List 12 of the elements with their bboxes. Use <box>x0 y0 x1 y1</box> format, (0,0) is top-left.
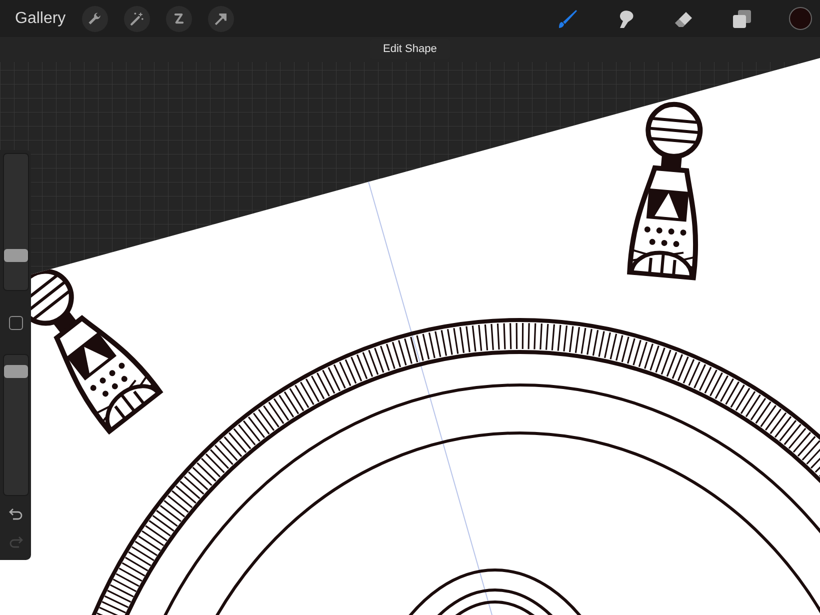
undo-icon[interactable] <box>8 508 22 520</box>
slider-thumb[interactable] <box>4 365 28 378</box>
opacity-slider[interactable] <box>2 354 28 496</box>
brush-size-slider[interactable] <box>2 153 28 291</box>
slider-thumb[interactable] <box>4 248 28 262</box>
square-button[interactable] <box>8 316 22 330</box>
arrow-button[interactable] <box>208 6 234 32</box>
gallery-button[interactable]: Gallery <box>15 10 66 28</box>
color-swatch-button[interactable] <box>789 7 812 30</box>
magic-wand-button[interactable] <box>124 6 150 32</box>
magic-wand-icon <box>128 10 146 28</box>
wrench-button[interactable] <box>82 6 108 32</box>
